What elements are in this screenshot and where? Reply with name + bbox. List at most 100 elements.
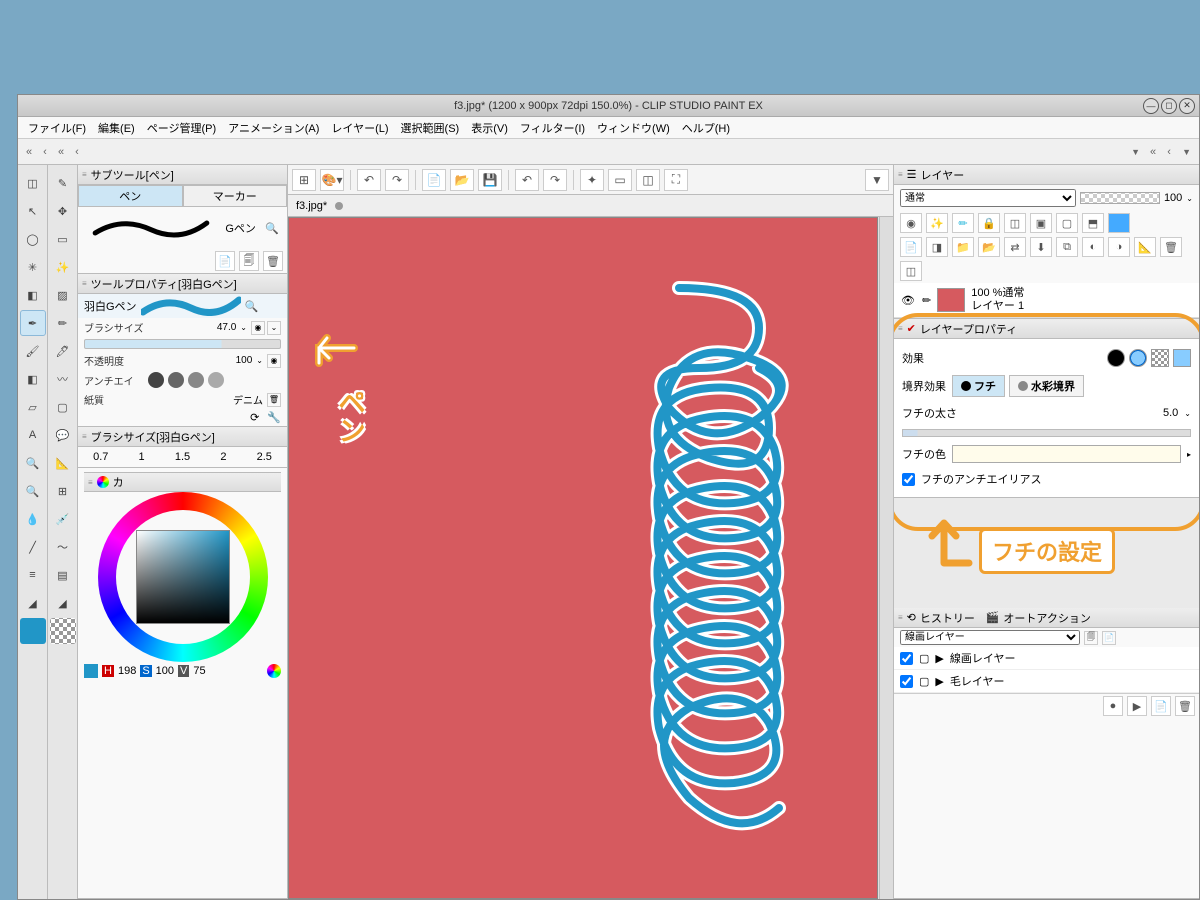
- menu-filter[interactable]: フィルター(I): [514, 118, 591, 138]
- edge-color-box[interactable]: [952, 445, 1181, 463]
- color-cycle-icon[interactable]: [267, 664, 281, 678]
- rec-icon[interactable]: ●: [1103, 696, 1123, 716]
- maximize-button[interactable]: ◻: [1161, 98, 1177, 114]
- size-2[interactable]: 1.5: [175, 451, 190, 463]
- history-tab[interactable]: ヒストリー: [920, 610, 975, 626]
- tool-zoom[interactable]: 🔍: [20, 450, 46, 476]
- tool-zoom2[interactable]: 🔍: [20, 478, 46, 504]
- layericon-1[interactable]: ◉: [900, 213, 922, 233]
- nav-dropdown[interactable]: ▼: [1127, 145, 1144, 159]
- nav-prev[interactable]: ‹: [38, 146, 52, 158]
- tool-checker[interactable]: [50, 618, 76, 644]
- visibility-icon[interactable]: 👁: [900, 294, 916, 307]
- menu-help[interactable]: ヘルプ(H): [676, 118, 736, 138]
- action-item-1[interactable]: ▢▶ 毛レイヤー: [894, 670, 1199, 693]
- wrench-icon[interactable]: 🔧: [267, 411, 281, 424]
- layer-2pane-icon[interactable]: ◫: [900, 261, 922, 281]
- tool-wand[interactable]: ✨: [50, 254, 76, 280]
- vertical-scrollbar[interactable]: [879, 217, 893, 899]
- tool-eraser2[interactable]: ▱: [20, 394, 46, 420]
- toolbar-redo-icon[interactable]: ↷: [385, 169, 409, 191]
- tool-lines[interactable]: ≡: [20, 562, 46, 588]
- nav-first[interactable]: «: [22, 146, 36, 158]
- border-opt-water[interactable]: 水彩境界: [1009, 375, 1084, 397]
- menu-window[interactable]: ウィンドウ(W): [591, 118, 676, 138]
- tool-brush[interactable]: 🖌: [20, 338, 46, 364]
- tool-perspective[interactable]: ◢: [20, 590, 46, 616]
- tool-lasso[interactable]: ◯: [20, 226, 46, 252]
- paper-trash-icon[interactable]: 🗑: [267, 393, 281, 407]
- minimize-button[interactable]: —: [1143, 98, 1159, 114]
- tool-air[interactable]: 🖊: [50, 338, 76, 364]
- menu-selection[interactable]: 選択範囲(S): [395, 118, 466, 138]
- tool-pencil[interactable]: ✏: [50, 310, 76, 336]
- subtool-tab-marker[interactable]: マーカー: [183, 185, 288, 207]
- tool-snap[interactable]: ◢: [50, 590, 76, 616]
- layer-item-1[interactable]: 👁 ✏ 100 %通常 レイヤー 1: [894, 283, 1199, 318]
- layer-newfill-icon[interactable]: ◨: [926, 237, 948, 257]
- paper-value[interactable]: デニム: [233, 392, 263, 407]
- size-1[interactable]: 1: [139, 451, 145, 463]
- history-dropdown[interactable]: 線画レイヤー: [900, 630, 1080, 645]
- tool-shape[interactable]: ▢: [50, 394, 76, 420]
- tool-move[interactable]: ✥: [50, 198, 76, 224]
- history-new-icon[interactable]: 📄: [1102, 631, 1116, 645]
- play-icon[interactable]: ▶: [1127, 696, 1147, 716]
- border-opt-edge[interactable]: フチ: [952, 375, 1005, 397]
- tool-balloon[interactable]: 💬: [50, 422, 76, 448]
- subtool-copy-icon[interactable]: 🗐: [239, 251, 259, 271]
- layer-merge-icon[interactable]: ⧉: [1056, 237, 1078, 257]
- layericon-9[interactable]: [1108, 213, 1130, 233]
- menu-edit[interactable]: 編集(E): [92, 118, 141, 138]
- layericon-5[interactable]: ◫: [1004, 213, 1026, 233]
- size-0[interactable]: 0.7: [93, 451, 108, 463]
- thickness-slider[interactable]: [902, 429, 1191, 437]
- tool-eraser[interactable]: ◧: [20, 366, 46, 392]
- tool-eyedrop[interactable]: 💉: [50, 506, 76, 532]
- layer-mask-icon[interactable]: ◐: [1082, 237, 1104, 257]
- layericon-6[interactable]: ▣: [1030, 213, 1052, 233]
- canvas[interactable]: ペン: [288, 217, 878, 899]
- brush-size-menu-icon[interactable]: ⌄: [267, 321, 281, 335]
- doc-tab-name[interactable]: f3.jpg*: [296, 200, 327, 212]
- brush-size-pressure-icon[interactable]: ◉: [251, 321, 265, 335]
- edge-aa-checkbox[interactable]: [902, 473, 915, 486]
- nav-next2[interactable]: ‹: [1162, 146, 1176, 158]
- tool-curve[interactable]: 〜: [50, 534, 76, 560]
- tool-rect[interactable]: ▭: [50, 226, 76, 252]
- tool-pen2[interactable]: ✎: [50, 170, 76, 196]
- tool-splat[interactable]: ✳: [20, 254, 46, 280]
- nav-prev3[interactable]: ‹: [70, 146, 84, 158]
- subtool-tab-pen[interactable]: ペン: [78, 185, 183, 207]
- action-check-0[interactable]: [900, 652, 913, 665]
- fx-color-icon[interactable]: [1173, 349, 1191, 367]
- toolbar-select-icon[interactable]: ▭: [608, 169, 632, 191]
- history-copy-icon[interactable]: 🗐: [1084, 631, 1098, 645]
- size-3[interactable]: 2: [220, 451, 226, 463]
- toolbar-undo2-icon[interactable]: ↶: [515, 169, 539, 191]
- layer-folder-icon[interactable]: 📁: [952, 237, 974, 257]
- toolbar-undo-icon[interactable]: ↶: [357, 169, 381, 191]
- opacity-pressure-icon[interactable]: ◉: [267, 354, 281, 368]
- menu-page[interactable]: ページ管理(P): [141, 118, 222, 138]
- sv-box[interactable]: [136, 530, 230, 624]
- layericon-2[interactable]: ✨: [926, 213, 948, 233]
- menu-view[interactable]: 表示(V): [465, 118, 514, 138]
- nav-prev2[interactable]: «: [54, 146, 68, 158]
- layer-maskon-icon[interactable]: ◑: [1108, 237, 1130, 257]
- del-action-icon[interactable]: 🗑: [1175, 696, 1195, 716]
- layericon-8[interactable]: ⬒: [1082, 213, 1104, 233]
- autoaction-tab[interactable]: オートアクション: [1003, 610, 1090, 626]
- menu-file[interactable]: ファイル(F): [22, 118, 92, 138]
- tool-blend[interactable]: 〰: [50, 366, 76, 392]
- subtool-new-icon[interactable]: 📄: [215, 251, 235, 271]
- toolbar-shrink-icon[interactable]: ◫: [636, 169, 660, 191]
- tool-pattern[interactable]: ▨: [50, 282, 76, 308]
- action-check-1[interactable]: [900, 675, 913, 688]
- toolbar-new-icon[interactable]: 📄: [422, 169, 446, 191]
- layer-folderin-icon[interactable]: 📂: [978, 237, 1000, 257]
- toolprop-search-icon[interactable]: 🔍: [245, 300, 259, 313]
- search-icon[interactable]: 🔍: [265, 222, 279, 235]
- blend-mode-select[interactable]: 通常: [900, 189, 1076, 207]
- nav-next[interactable]: «: [1146, 146, 1160, 158]
